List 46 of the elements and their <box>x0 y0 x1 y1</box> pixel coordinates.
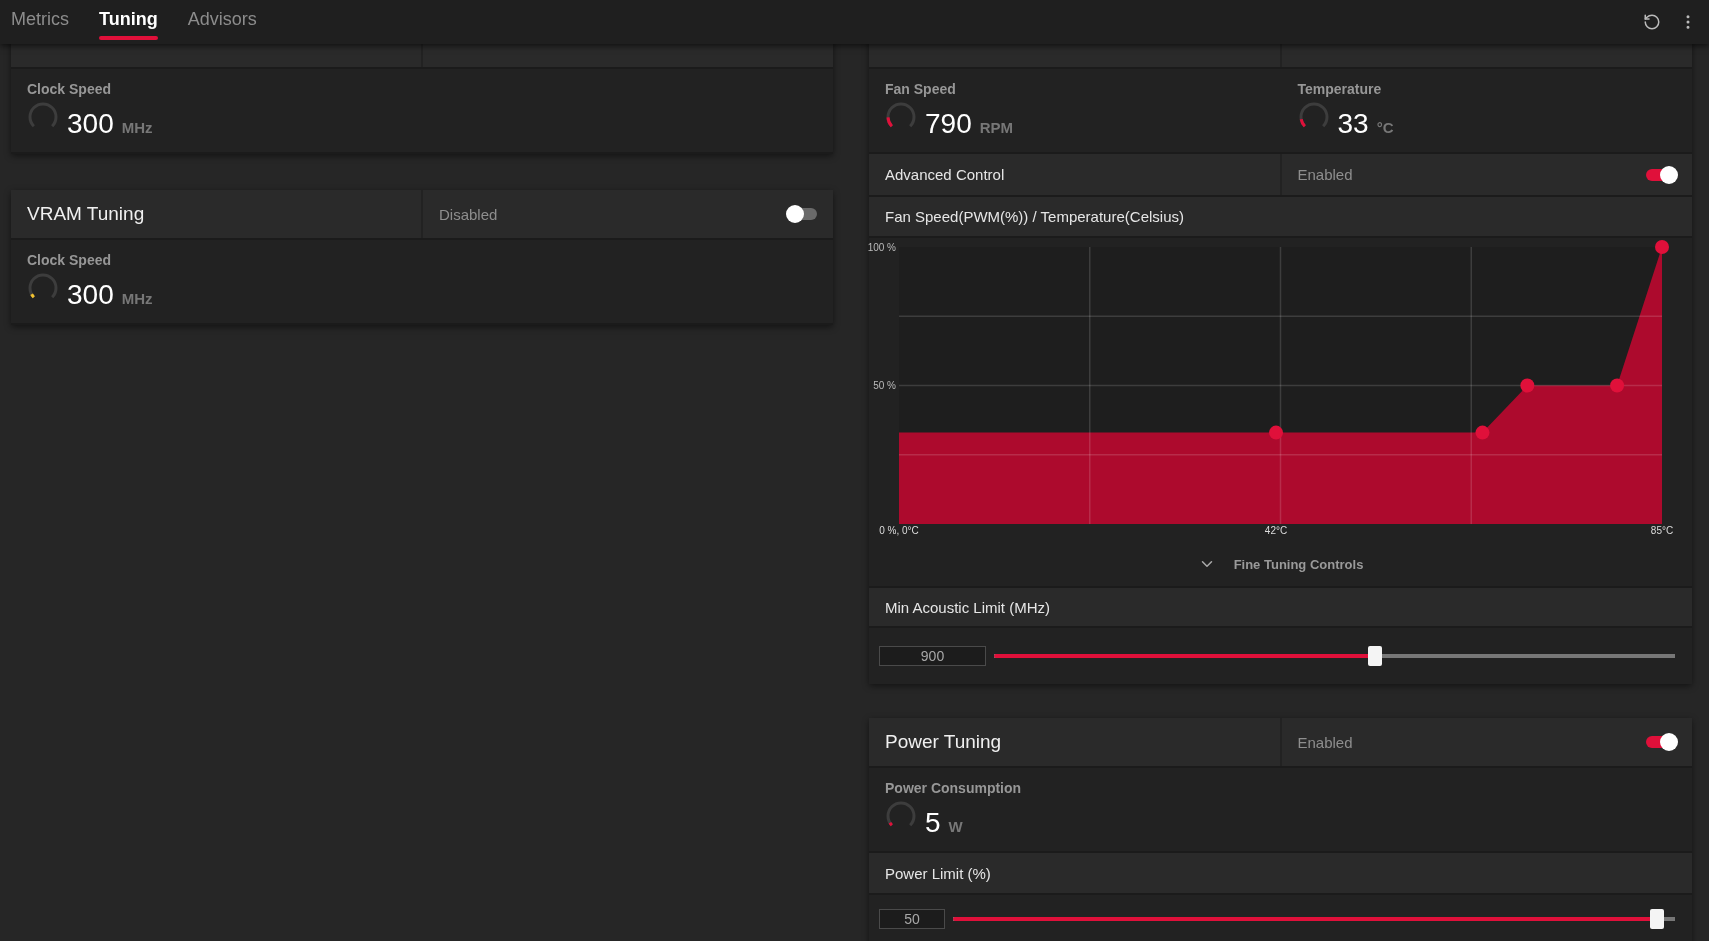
metric-label: Clock Speed <box>27 252 113 268</box>
status-text: Enabled <box>1297 166 1354 183</box>
metric-unit: MHz <box>121 290 153 307</box>
axis-label: 0 %, 0°C <box>879 525 919 536</box>
toggle-switch[interactable] <box>1646 168 1676 181</box>
metric-value: 300 <box>67 108 114 140</box>
curve-point[interactable] <box>1475 425 1490 440</box>
metric-label: Power Consumption <box>885 780 1023 796</box>
slider-thumb[interactable] <box>1650 909 1665 929</box>
axis-label: 85°C <box>1650 525 1674 536</box>
panel-title: VRAM Tuning <box>27 203 145 225</box>
curve-point[interactable] <box>1655 240 1669 254</box>
nav-tab[interactable]: Tuning <box>99 0 158 44</box>
metric-unit: °C <box>1376 119 1394 136</box>
axis-label: 50 % <box>873 380 896 391</box>
row-label: Power Limit (%) <box>885 864 991 882</box>
row-label: Min Acoustic Limit (MHz) <box>885 598 1051 616</box>
fine-tuning-toggle[interactable]: Fine Tuning Controls <box>1233 556 1364 572</box>
curve-point[interactable] <box>1520 378 1535 393</box>
axis-label: 100 % <box>867 241 896 253</box>
reset-icon[interactable] <box>1643 13 1661 31</box>
curve-point[interactable] <box>1269 425 1283 440</box>
chart-title: Fan Speed(PWM(%)) / Temperature(Celsius) <box>885 208 1184 225</box>
metric-unit: W <box>948 818 963 835</box>
metric-value: 790 <box>925 108 972 140</box>
metric-value: 5 <box>925 807 941 839</box>
metric-label: Temperature <box>1297 81 1383 97</box>
toggle-switch[interactable] <box>787 208 817 220</box>
nav-tab[interactable]: Advisors <box>187 0 257 44</box>
metric-value: 300 <box>67 279 114 311</box>
value-field[interactable]: 900 <box>879 646 986 666</box>
panel-title: Power Tuning <box>885 731 1002 753</box>
metric-value: 33 <box>1337 108 1369 140</box>
metric-label: Clock Speed <box>27 81 113 97</box>
axis-label: 42°C <box>1264 525 1288 536</box>
status-text: Enabled <box>1297 733 1354 751</box>
curve-point[interactable] <box>1610 378 1625 393</box>
nav-tab[interactable]: Metrics <box>11 0 69 44</box>
toggle-switch[interactable] <box>1646 736 1676 748</box>
row-label: Advanced Control <box>885 166 1005 183</box>
status-text: Disabled <box>439 205 499 223</box>
metric-unit: MHz <box>121 119 153 136</box>
slider-thumb[interactable] <box>1367 646 1382 666</box>
value-field[interactable]: 50 <box>879 909 945 929</box>
metric-label: Fan Speed <box>885 81 957 97</box>
metric-unit: RPM <box>979 119 1014 136</box>
